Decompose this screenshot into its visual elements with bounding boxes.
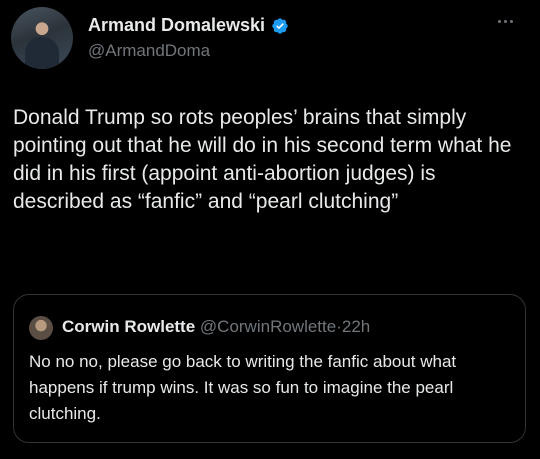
more-dot [498,20,501,23]
quoted-author-avatar [29,316,53,340]
quoted-text: No no no, please go back to writing the … [29,352,457,423]
author-avatar[interactable] [11,7,73,69]
quoted-author-name: Corwin Rowlette [62,317,196,336]
more-dot [504,20,507,23]
author-handle[interactable]: @ArmandDoma [88,41,210,61]
author-name[interactable]: Armand Domalewski [88,15,265,36]
tweet-text: Donald Trump so rots peoples’ brains tha… [13,106,512,213]
more-dot [510,20,513,23]
quoted-author-handle: @CorwinRowlette [199,317,337,336]
quoted-header: Corwin Rowlette @CorwinRowlette·22h [62,317,370,337]
quoted-tweet[interactable]: Corwin Rowlette @CorwinRowlette·22h No n… [13,294,526,443]
author-name-row: Armand Domalewski [88,15,289,36]
verified-badge-icon [272,17,288,34]
quoted-time: 22h [341,317,371,336]
more-horizontal-icon[interactable] [498,18,520,26]
avatar-figure [25,37,59,69]
